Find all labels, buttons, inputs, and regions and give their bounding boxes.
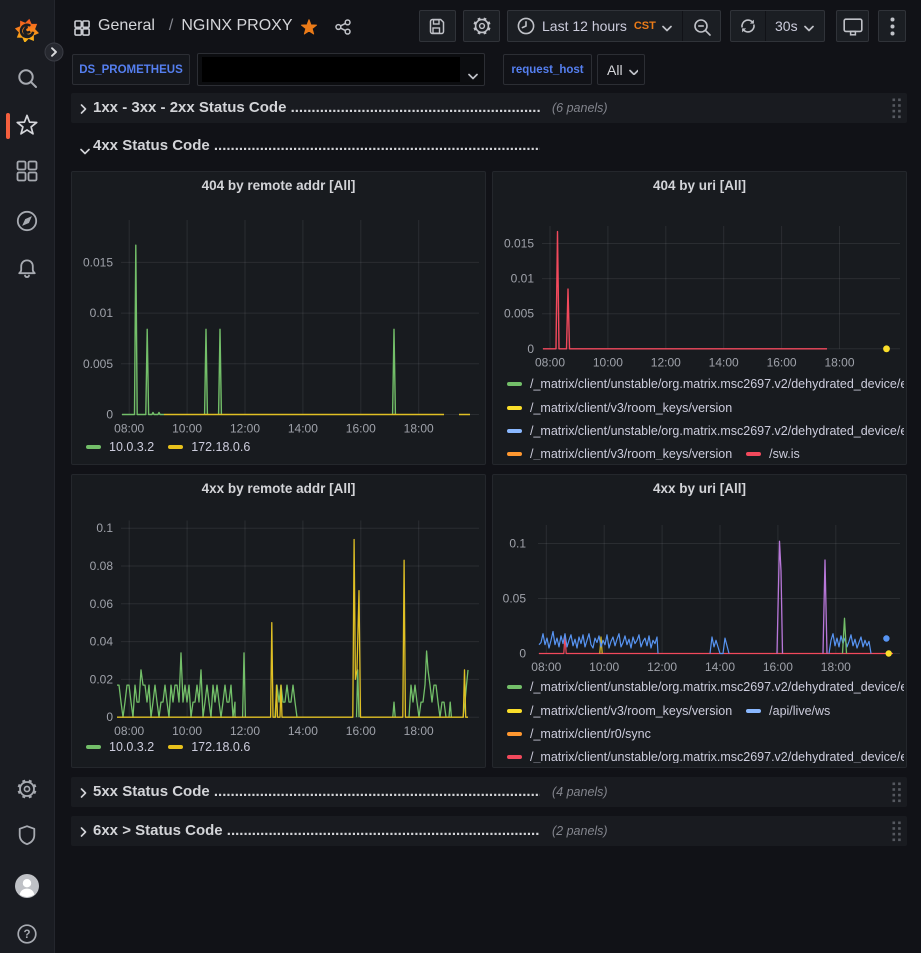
svg-text:08:00: 08:00: [531, 660, 561, 674]
svg-text:16:00: 16:00: [763, 660, 793, 674]
svg-text:0: 0: [519, 647, 526, 661]
svg-text:0.05: 0.05: [503, 592, 527, 606]
svg-text:0.1: 0.1: [509, 537, 526, 551]
svg-text:0.005: 0.005: [504, 307, 534, 321]
svg-text:18:00: 18:00: [404, 422, 434, 436]
svg-text:0.005: 0.005: [83, 357, 113, 371]
svg-text:0.015: 0.015: [83, 255, 113, 269]
svg-text:08:00: 08:00: [535, 356, 565, 370]
svg-text:?: ?: [23, 929, 30, 941]
svg-text:0.01: 0.01: [511, 272, 535, 286]
svg-text:0.015: 0.015: [504, 237, 534, 251]
svg-text:0.04: 0.04: [90, 635, 114, 649]
svg-text:0.08: 0.08: [90, 559, 114, 573]
svg-text:08:00: 08:00: [114, 422, 144, 436]
svg-text:18:00: 18:00: [824, 356, 854, 370]
svg-text:18:00: 18:00: [821, 660, 851, 674]
svg-text:16:00: 16:00: [767, 356, 797, 370]
svg-text:0: 0: [106, 710, 113, 724]
svg-text:10:00: 10:00: [172, 422, 202, 436]
svg-text:12:00: 12:00: [647, 660, 677, 674]
svg-text:0.06: 0.06: [90, 597, 114, 611]
svg-text:14:00: 14:00: [288, 422, 318, 436]
svg-text:10:00: 10:00: [589, 660, 619, 674]
svg-text:16:00: 16:00: [346, 422, 376, 436]
svg-text:0.1: 0.1: [96, 521, 113, 535]
svg-text:14:00: 14:00: [705, 660, 735, 674]
svg-text:0: 0: [527, 342, 534, 356]
svg-text:10:00: 10:00: [593, 356, 623, 370]
svg-text:14:00: 14:00: [709, 356, 739, 370]
svg-text:0.01: 0.01: [90, 306, 114, 320]
svg-text:12:00: 12:00: [230, 422, 260, 436]
svg-text:0.02: 0.02: [90, 672, 114, 686]
svg-text:12:00: 12:00: [651, 356, 681, 370]
svg-text:0: 0: [106, 408, 113, 422]
